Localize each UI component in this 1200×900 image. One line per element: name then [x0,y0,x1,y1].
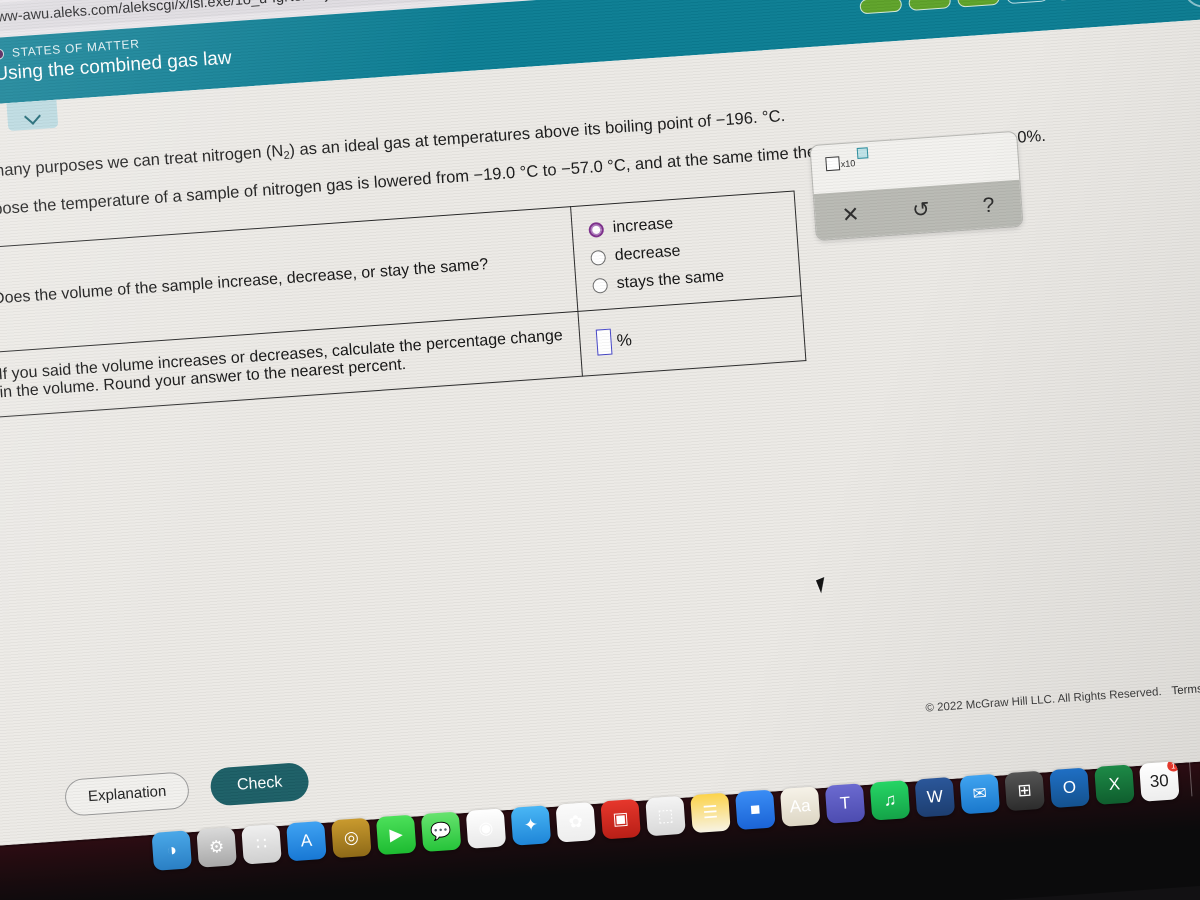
screenshot-icon[interactable]: ⬚ [645,795,686,837]
dock-badge: 1 [1166,761,1180,772]
check-button[interactable]: Check [209,761,310,807]
radio-stays-the-same-label: stays the same [616,267,725,293]
math-palette: x10 ✕ ↺ ? [809,130,1024,242]
zoom-icon[interactable]: ■ [735,789,776,831]
launchpad-icon[interactable]: ∷ [241,824,282,865]
copyright-text: © 2022 McGraw Hill LLC. All Rights Reser… [925,686,1162,715]
excel-icon[interactable]: X [1094,764,1135,805]
sci-exponent-box-icon [856,147,868,160]
finder-icon[interactable]: ◑ [151,830,193,871]
calendar-icon[interactable]: 30 1 [1139,761,1180,802]
progress-segment-4 [1005,0,1049,5]
radio-stays-the-same-icon[interactable] [592,277,609,294]
system-preferences-icon[interactable]: ⚙ [196,827,237,868]
preview-icon[interactable]: ◎ [331,817,372,859]
sci-x10-label: x10 [840,158,856,170]
percentage-input-group: % [595,316,788,356]
messages-icon[interactable]: 💬 [420,811,462,853]
progress-segment-2 [908,0,952,12]
progress-segment-3 [957,0,1000,8]
clear-button[interactable]: ✕ [841,203,860,227]
notes-icon[interactable]: ☰ [690,792,731,834]
sci-mantissa-box-icon [825,156,841,172]
progress-segment-5 [1054,0,1098,1]
radio-decrease-label: decrease [614,242,682,265]
chrome-icon[interactable]: ◉ [465,808,507,849]
avatar[interactable] [1181,0,1200,9]
chevron-down-icon [24,107,40,123]
nitrogen-formula: (N2) [265,141,296,162]
percentage-input[interactable] [595,328,613,356]
dictionary-icon[interactable]: Aa [779,786,821,827]
mail-icon[interactable]: ✉ [959,773,1001,815]
row-1-answer: increase decrease stays the same [570,190,802,312]
progress-segment-1 [859,0,903,15]
percentage-unit: % [616,330,633,351]
facetime-icon[interactable]: ▶ [375,814,417,856]
teams-icon[interactable]: T [824,783,866,824]
safari-icon[interactable]: ✦ [510,805,552,846]
laptop-photo: 🎓 About the Program | College of ✕ 🎓 Min… [0,0,1200,900]
calculator-icon[interactable]: ⊞ [1004,770,1045,812]
dock-separator [1189,762,1193,797]
progress-indicator: 3/5 [859,0,1127,15]
keynote-icon[interactable]: ▣ [600,798,641,840]
question-p1-part-a: For many purposes we can treat nitrogen [0,143,263,183]
outlook-icon[interactable]: O [1049,767,1090,809]
scientific-notation-button[interactable]: x10 [825,147,868,172]
mouse-cursor [815,575,835,594]
laptop-screen: 🎓 About the Program | College of ✕ 🎓 Min… [0,0,1200,848]
help-button[interactable]: ? [982,193,995,217]
terms-of-use-link[interactable]: Terms of Use [1171,681,1200,698]
photos-icon[interactable]: ✿ [555,802,597,843]
spotify-icon[interactable]: ♫ [869,780,911,821]
footer-legal: © 2022 McGraw Hill LLC. All Rights Reser… [925,678,1200,715]
question-content: For many purposes we can treat nitrogen … [0,16,1200,848]
collapse-panel-button[interactable] [6,99,59,132]
radio-increase-label: increase [612,215,674,237]
app-store-icon[interactable]: A [286,820,327,862]
word-icon[interactable]: W [914,776,956,818]
radio-increase-icon[interactable] [588,221,605,238]
explanation-button[interactable]: Explanation [63,770,191,817]
topic-dot-icon [0,47,5,60]
radio-decrease-icon[interactable] [590,249,607,266]
undo-button[interactable]: ↺ [912,198,931,222]
answer-table: Does the volume of the sample increase, … [0,190,806,418]
